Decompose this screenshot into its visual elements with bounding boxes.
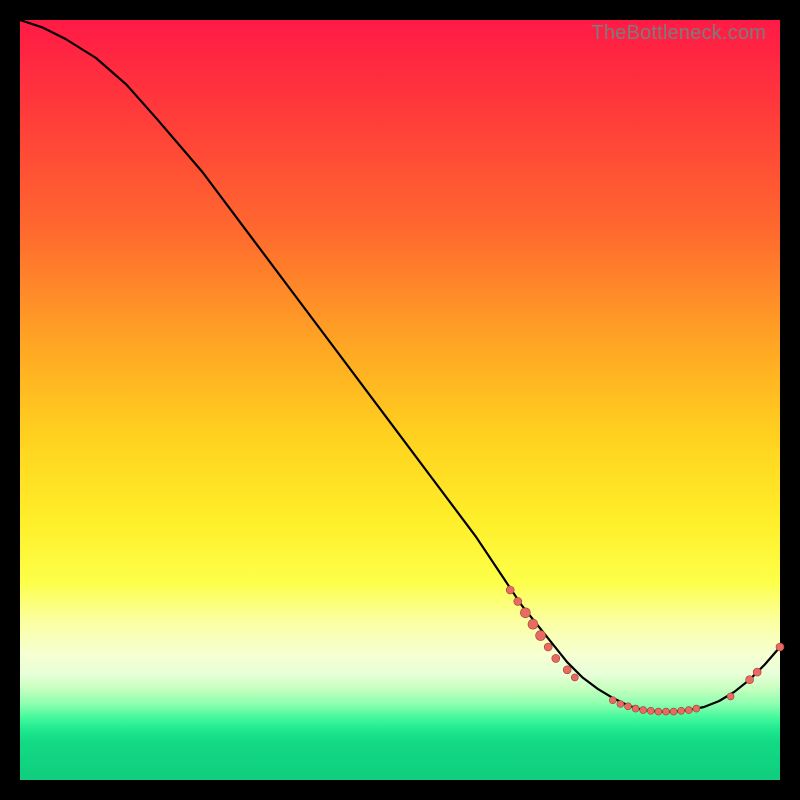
data-point-marker [506, 586, 514, 594]
data-point-marker [746, 676, 754, 684]
data-point-marker [552, 654, 560, 662]
data-point-marker [663, 708, 670, 715]
chart-plot-area: TheBottleneck.com [20, 20, 780, 780]
data-point-marker [693, 705, 700, 712]
data-point-marker [536, 631, 546, 641]
data-point-marker [640, 707, 647, 714]
data-point-marker [514, 597, 522, 605]
data-point-marker [727, 693, 734, 700]
data-point-marker [571, 674, 578, 681]
data-point-marker [563, 666, 571, 674]
data-point-marker [544, 643, 552, 651]
data-point-marker [678, 707, 685, 714]
chart-stage: TheBottleneck.com [0, 0, 800, 800]
data-point-marker [520, 608, 530, 618]
chart-svg [20, 20, 780, 780]
curve-path [20, 20, 780, 712]
data-point-marker [655, 708, 662, 715]
data-point-marker [753, 668, 761, 676]
data-point-marker [685, 707, 692, 714]
data-point-marker [625, 703, 632, 710]
data-point-marker [528, 619, 538, 629]
marker-group [506, 586, 784, 715]
data-point-marker [609, 697, 616, 704]
data-point-marker [617, 701, 624, 708]
data-point-marker [776, 643, 784, 651]
data-point-marker [670, 708, 677, 715]
data-point-marker [647, 707, 654, 714]
data-point-marker [632, 705, 639, 712]
